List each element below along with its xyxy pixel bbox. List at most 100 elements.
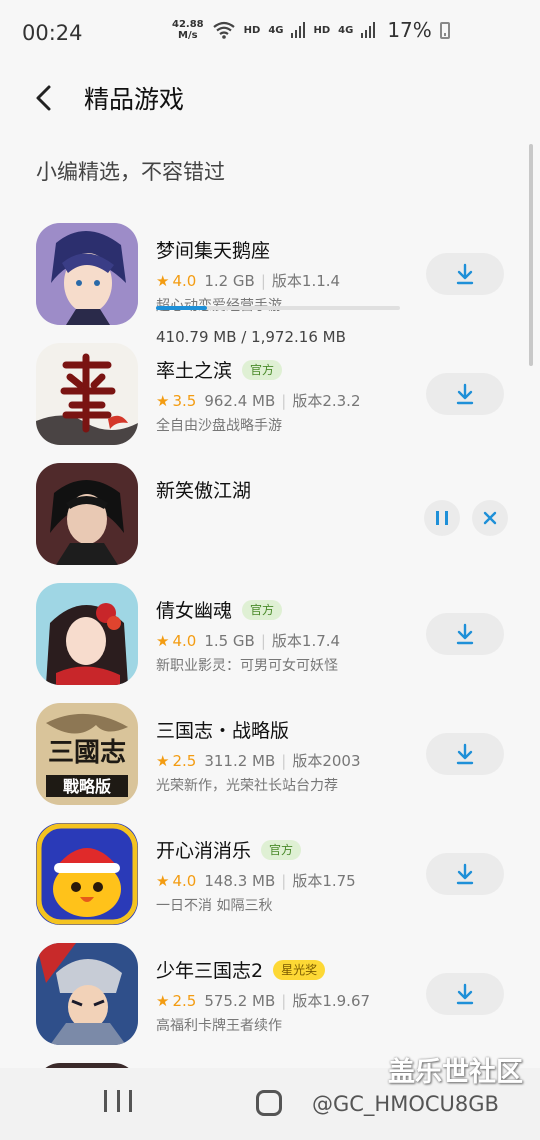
download-progress-text: 410.79 MB / 1,972.16 MB bbox=[156, 328, 346, 346]
star-icon: ★ bbox=[156, 631, 170, 650]
download-icon bbox=[456, 263, 474, 285]
app-size: 962.4 MB bbox=[204, 391, 276, 410]
app-size: 1.2 GB bbox=[204, 271, 255, 290]
app-meta: ★ 4.0 1.5 GB | 版本1.7.4 bbox=[156, 630, 340, 651]
heroine-icon[interactable] bbox=[36, 583, 138, 685]
swordsman-icon[interactable] bbox=[36, 463, 138, 565]
app-size: 311.2 MB bbox=[204, 751, 276, 770]
star-icon: ★ bbox=[156, 871, 170, 890]
network-type: 4G bbox=[268, 24, 284, 36]
download-progress-bar bbox=[156, 306, 400, 310]
star-icon: ★ bbox=[156, 991, 170, 1010]
list-item[interactable]: 新笑傲江湖 bbox=[0, 452, 540, 572]
list-item[interactable]: 梦间集天鹅座 ★ 4.0 1.2 GB | 版本1.1.4 超心动恋爱经营手游 bbox=[0, 212, 540, 332]
official-badge: 官方 bbox=[242, 599, 283, 620]
app-size: 1.5 GB bbox=[204, 631, 255, 650]
app-name: 少年三国志2 bbox=[156, 960, 264, 982]
meta-divider: | bbox=[281, 751, 287, 770]
close-icon bbox=[483, 511, 497, 525]
app-description: 全自由沙盘战略手游 bbox=[156, 418, 282, 434]
app-rating: 3.5 bbox=[172, 391, 197, 410]
list-item[interactable]: 开心消消乐 官方 ★ 4.0 148.3 MB | 版本1.75 一日不消 如隔… bbox=[0, 812, 540, 932]
chick-icon[interactable] bbox=[36, 823, 138, 925]
download-button[interactable] bbox=[426, 373, 504, 415]
status-bar: 00:24 42.88 M/s HD 4G HD 4G 17% bbox=[0, 0, 540, 66]
svg-text:戰略版: 戰略版 bbox=[63, 777, 111, 796]
back-arrow-icon bbox=[36, 85, 51, 111]
three-kingdoms-icon[interactable]: 三國志 戰略版 bbox=[36, 703, 138, 805]
svg-text:三國志: 三國志 bbox=[48, 738, 126, 768]
signal-icon-2 bbox=[361, 22, 376, 38]
app-description: 光荣新作，光荣社长站台力荐 bbox=[156, 778, 338, 794]
watermark-title: 盖乐世社区 bbox=[388, 1057, 523, 1088]
app-version: 版本1.7.4 bbox=[271, 632, 341, 650]
app-meta: ★ 2.5 575.2 MB | 版本1.9.67 bbox=[156, 990, 370, 1011]
network-speed: 42.88 M/s bbox=[172, 19, 204, 41]
app-version: 版本1.9.67 bbox=[292, 992, 371, 1010]
warrior-icon[interactable] bbox=[36, 943, 138, 1045]
app-size: 575.2 MB bbox=[204, 991, 276, 1010]
download-icon bbox=[456, 383, 474, 405]
list-item[interactable]: 少年三国志2 星光奖 ★ 2.5 575.2 MB | 版本1.9.67 高福利… bbox=[0, 932, 540, 1052]
app-name: 新笑傲江湖 bbox=[156, 480, 252, 502]
app-size: 148.3 MB bbox=[204, 871, 276, 890]
official-badge: 官方 bbox=[261, 839, 302, 860]
app-meta: ★ 4.0 148.3 MB | 版本1.75 bbox=[156, 870, 356, 891]
anime-boy-icon[interactable] bbox=[36, 223, 138, 325]
download-icon bbox=[456, 743, 474, 765]
section-subtitle: 小编精选，不容错过 bbox=[36, 160, 225, 184]
watermark-handle: @GC_HMOCU8GB bbox=[312, 1092, 499, 1116]
app-meta: ★ 2.5 311.2 MB | 版本2003 bbox=[156, 750, 361, 771]
app-rating: 4.0 bbox=[172, 631, 197, 650]
app-version: 版本1.1.4 bbox=[271, 272, 341, 290]
app-version: 版本2003 bbox=[292, 752, 361, 770]
app-name: 三国志・战略版 bbox=[156, 720, 290, 742]
download-button[interactable] bbox=[426, 253, 504, 295]
app-description: 新职业影灵：可男可女可妖怪 bbox=[156, 658, 338, 674]
hd-label: HD bbox=[243, 24, 261, 36]
app-meta: ★ 4.0 1.2 GB | 版本1.1.4 bbox=[156, 270, 340, 291]
app-name: 率土之滨 bbox=[156, 360, 233, 382]
meta-divider: | bbox=[260, 631, 266, 650]
star-icon: ★ bbox=[156, 751, 170, 770]
app-description: 一日不消 如隔三秋 bbox=[156, 898, 273, 914]
page-title: 精品游戏 bbox=[84, 85, 185, 114]
list-item[interactable]: 率土之滨 官方 ★ 3.5 962.4 MB | 版本2.3.2 全自由沙盘战略… bbox=[0, 332, 540, 452]
status-indicators: 42.88 M/s HD 4G HD 4G 17% bbox=[172, 18, 450, 42]
star-icon: ★ bbox=[156, 271, 170, 290]
pause-icon bbox=[436, 511, 448, 525]
download-button[interactable] bbox=[426, 973, 504, 1015]
wifi-icon bbox=[212, 21, 235, 39]
back-button[interactable] bbox=[24, 78, 64, 118]
download-icon bbox=[456, 863, 474, 885]
calligraphy-icon[interactable] bbox=[36, 343, 138, 445]
app-name: 倩女幽魂 bbox=[156, 600, 233, 622]
app-bar: 精品游戏 bbox=[0, 66, 540, 128]
download-button[interactable] bbox=[426, 613, 504, 655]
cancel-download-button[interactable] bbox=[472, 500, 508, 536]
download-button[interactable] bbox=[426, 733, 504, 775]
app-name: 梦间集天鹅座 bbox=[156, 240, 271, 262]
official-badge: 官方 bbox=[242, 359, 283, 380]
star-icon: ★ bbox=[156, 391, 170, 410]
battery-percent: 17% bbox=[387, 18, 432, 42]
meta-divider: | bbox=[260, 271, 266, 290]
app-rating: 2.5 bbox=[172, 991, 197, 1010]
network-type-2: 4G bbox=[338, 24, 354, 36]
app-rating: 2.5 bbox=[172, 751, 197, 770]
pause-button[interactable] bbox=[424, 500, 460, 536]
download-button[interactable] bbox=[426, 853, 504, 895]
home-button[interactable] bbox=[256, 1090, 282, 1116]
meta-divider: | bbox=[281, 991, 287, 1010]
app-rating: 4.0 bbox=[172, 871, 197, 890]
app-rating: 4.0 bbox=[172, 271, 197, 290]
list-item[interactable]: 倩女幽魂 官方 ★ 4.0 1.5 GB | 版本1.7.4 新职业影灵：可男可… bbox=[0, 572, 540, 692]
download-icon bbox=[456, 983, 474, 1005]
meta-divider: | bbox=[281, 391, 287, 410]
list-item[interactable]: 三國志 戰略版 三国志・战略版 ★ 2.5 311.2 MB | 版本2003 … bbox=[0, 692, 540, 812]
award-badge: 星光奖 bbox=[273, 959, 326, 980]
meta-divider: | bbox=[281, 871, 287, 890]
app-description: 高福利卡牌王者续作 bbox=[156, 1018, 282, 1034]
recents-button[interactable] bbox=[104, 1090, 132, 1116]
app-name: 开心消消乐 bbox=[156, 840, 252, 862]
